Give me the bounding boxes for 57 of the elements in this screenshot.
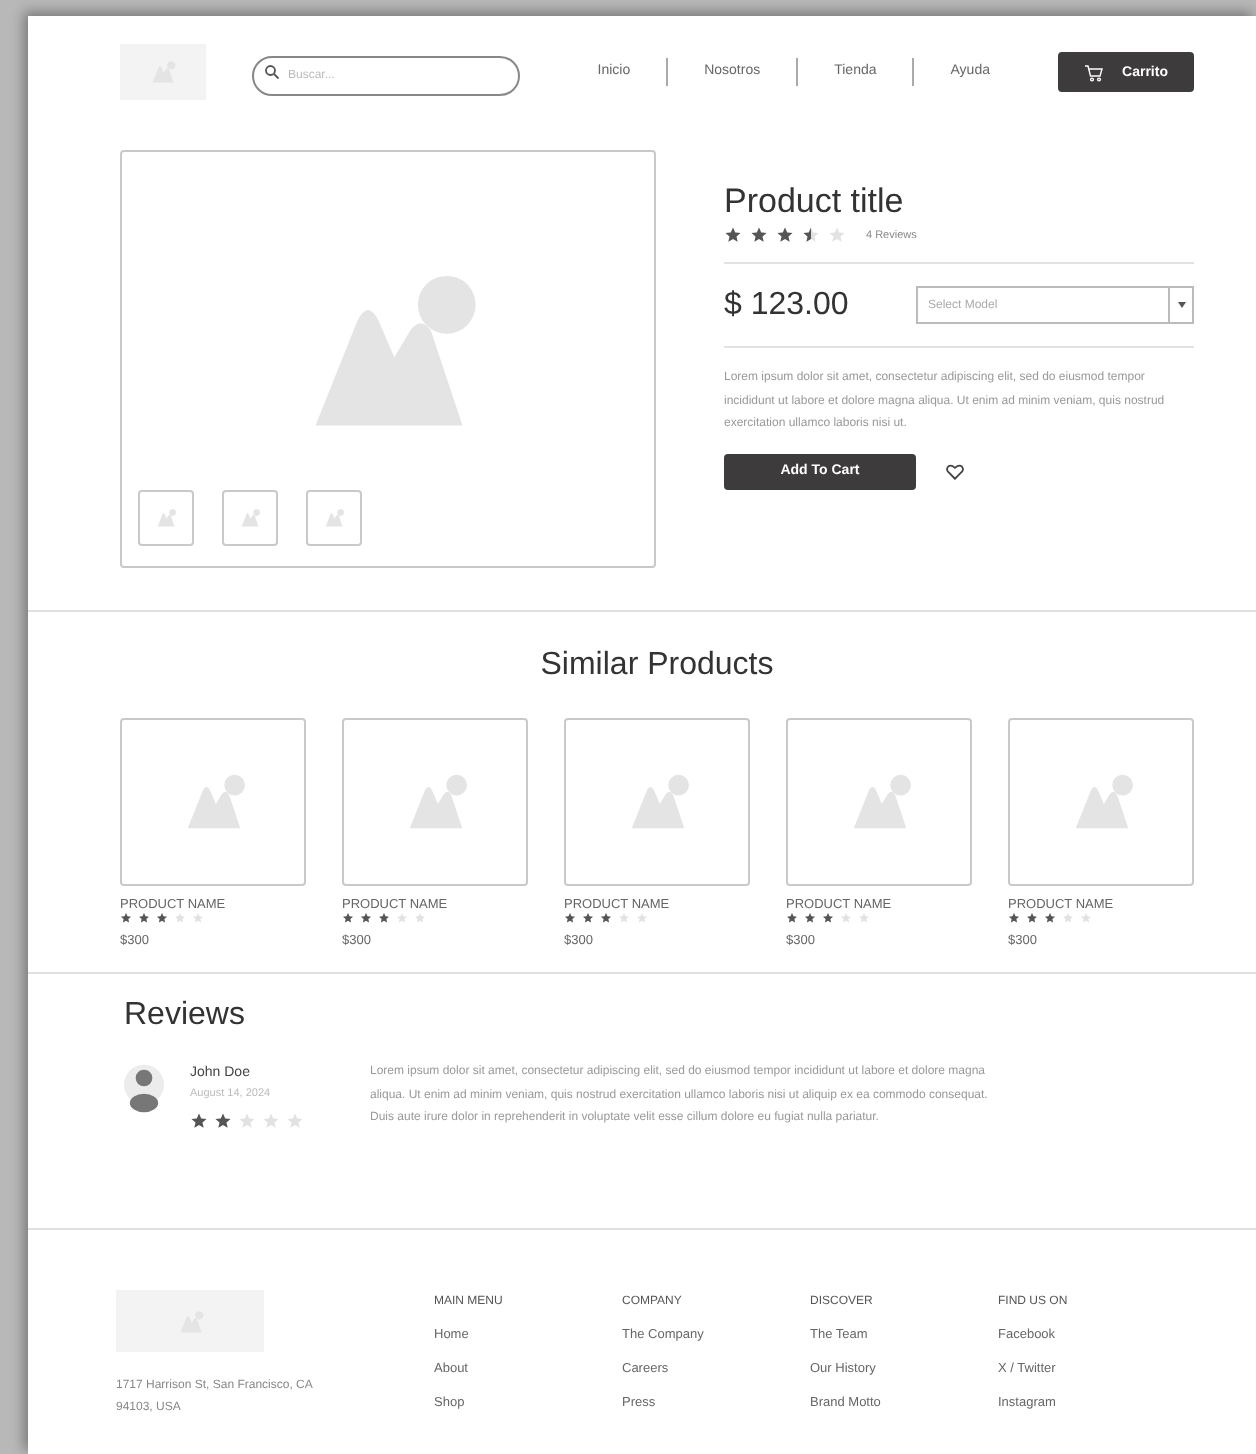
star-icon — [238, 1112, 256, 1130]
logo[interactable] — [120, 44, 206, 100]
star-icon — [582, 912, 594, 924]
caret-icon — [1177, 302, 1185, 308]
star-icon — [156, 912, 168, 924]
star-icon — [776, 226, 794, 244]
section-title: Reviews — [124, 998, 247, 1034]
star-icon — [360, 912, 372, 924]
star-icon — [636, 912, 648, 924]
product-image-frame[interactable] — [120, 718, 306, 886]
star-icon — [396, 912, 408, 924]
star-icon — [600, 912, 612, 924]
product-image-frame[interactable] — [564, 718, 750, 886]
thumbnail[interactable] — [138, 490, 194, 546]
thumbnail[interactable] — [222, 490, 278, 546]
image-placeholder-icon — [238, 508, 262, 528]
avatar-icon — [124, 1062, 164, 1114]
star-icon — [1008, 912, 1020, 924]
heart-icon[interactable] — [946, 463, 964, 479]
cart-icon — [1084, 63, 1105, 81]
star-icon — [120, 912, 132, 924]
star-icon — [414, 912, 426, 924]
star-icon — [378, 912, 390, 924]
star-icon — [138, 912, 150, 924]
star-icon — [262, 1112, 280, 1130]
star-icon — [214, 1112, 232, 1130]
product-price: $ 123.00 — [724, 287, 849, 323]
star-icon — [804, 912, 816, 924]
search-icon — [264, 64, 280, 80]
logo[interactable] — [116, 1290, 264, 1352]
star-icon — [786, 912, 798, 924]
image-placeholder-icon — [322, 508, 346, 528]
product-image-frame[interactable] — [342, 718, 528, 886]
star-icon — [190, 1112, 208, 1130]
star-icon — [1044, 912, 1056, 924]
star-icon — [564, 912, 576, 924]
star-icon — [1026, 912, 1038, 924]
star-icon — [802, 226, 820, 244]
star-icon — [342, 912, 354, 924]
star-icon — [858, 912, 870, 924]
star-icon — [174, 912, 186, 924]
star-icon — [724, 226, 742, 244]
star-icon — [192, 912, 204, 924]
product-image-frame[interactable] — [786, 718, 972, 886]
star-icon — [750, 226, 768, 244]
star-icon — [1062, 912, 1074, 924]
section-title: Similar Products — [538, 648, 776, 684]
star-icon — [828, 226, 846, 244]
star-icon — [618, 912, 630, 924]
product-image-frame[interactable] — [1008, 718, 1194, 886]
star-icon — [286, 1112, 304, 1130]
star-icon — [840, 912, 852, 924]
thumbnail[interactable] — [306, 490, 362, 546]
star-icon — [1080, 912, 1092, 924]
image-placeholder-icon — [154, 508, 178, 528]
star-icon — [822, 912, 834, 924]
product-title: Product title — [724, 182, 906, 222]
